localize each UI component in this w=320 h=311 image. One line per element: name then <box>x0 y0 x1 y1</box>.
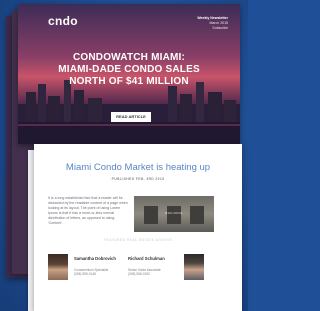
agent-detail-line: (305) 555-0148 <box>74 272 96 276</box>
newsletter-hero: cndo Weekly Newsletter March 2015 Subscr… <box>18 4 240 144</box>
agent-name[interactable]: Samantha Dobrovich <box>74 256 124 261</box>
agent-details: Senior Sales Associate (305) 555-0192 <box>128 268 180 276</box>
newsletter-meta: Weekly Newsletter March 2015 Subscribe <box>178 16 228 31</box>
brand-logo[interactable]: cndo <box>48 14 78 28</box>
headline-line: NORTH OF $41 MILLION <box>69 76 189 87</box>
agent-avatar[interactable] <box>48 254 68 280</box>
article-body: It is a long established fact that a rea… <box>48 196 128 225</box>
agent-details: Condominium Specialist (305) 555-0148 <box>74 268 124 276</box>
agent-detail-line: (305) 555-0192 <box>128 272 150 276</box>
hero-headline: CONDOWATCH MIAMI: MIAMI-DADE CONDO SALES… <box>26 52 232 88</box>
window-shape <box>190 206 204 224</box>
meta-line[interactable]: Subscribe <box>178 26 228 31</box>
agent-name[interactable]: Richard Schulman <box>128 256 180 261</box>
headline-line: MIAMI-DADE CONDO SALES <box>58 64 200 75</box>
article-card: Miami Condo Market is heating up PUBLISH… <box>34 144 242 311</box>
headline-line: CONDOWATCH MIAMI: <box>72 52 186 63</box>
article-title[interactable]: Miami Condo Market is heating up <box>34 162 242 173</box>
agent-avatar[interactable] <box>184 254 204 280</box>
read-article-button[interactable]: READ ARTICLE <box>111 112 151 122</box>
window-shape <box>167 206 181 224</box>
window-shape <box>144 206 158 224</box>
featured-agents-heading: FEATURED REAL ESTATE AGENTS <box>103 238 173 242</box>
photo-caption: BUILDING <box>165 211 183 215</box>
article-date: PUBLISHED FEB. 3RD 2015 <box>111 177 165 181</box>
